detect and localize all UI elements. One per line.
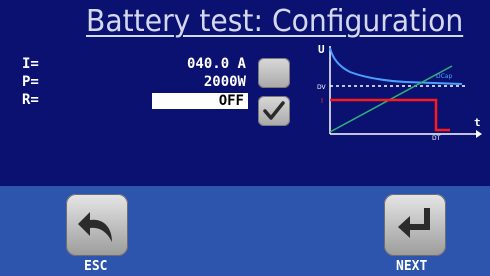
current-curve xyxy=(330,98,450,132)
resistance-checkbox[interactable] xyxy=(258,96,290,126)
checkmark-icon xyxy=(263,101,285,120)
next-label: NEXT xyxy=(396,259,428,274)
esc-label: ESC xyxy=(84,259,108,274)
power-value[interactable]: 2000W xyxy=(146,74,246,90)
page-title: Battery test: Configuration xyxy=(86,4,464,39)
graph-dcap-label: DCap xyxy=(436,73,452,80)
graph-u-label: U xyxy=(318,43,325,56)
graph-dv-label: DV xyxy=(317,84,327,91)
next-button[interactable] xyxy=(384,194,446,256)
power-limit-checkbox[interactable] xyxy=(258,58,290,88)
graph-i-label: I xyxy=(321,97,323,105)
resistance-label: R= xyxy=(22,92,39,108)
graph-dt-label: DT xyxy=(432,135,441,142)
discharge-graph: U t DV I DCap DT xyxy=(317,43,482,142)
back-arrow-icon xyxy=(78,212,112,242)
resistance-value-field[interactable]: OFF xyxy=(152,93,248,109)
graph-x-arrow xyxy=(476,130,482,138)
power-label: P= xyxy=(22,74,39,90)
enter-icon xyxy=(398,208,430,238)
esc-button[interactable] xyxy=(66,194,128,256)
current-label: I= xyxy=(22,56,39,72)
current-value[interactable]: 040.0 A xyxy=(146,56,246,72)
graph-t-label: t xyxy=(474,116,481,129)
